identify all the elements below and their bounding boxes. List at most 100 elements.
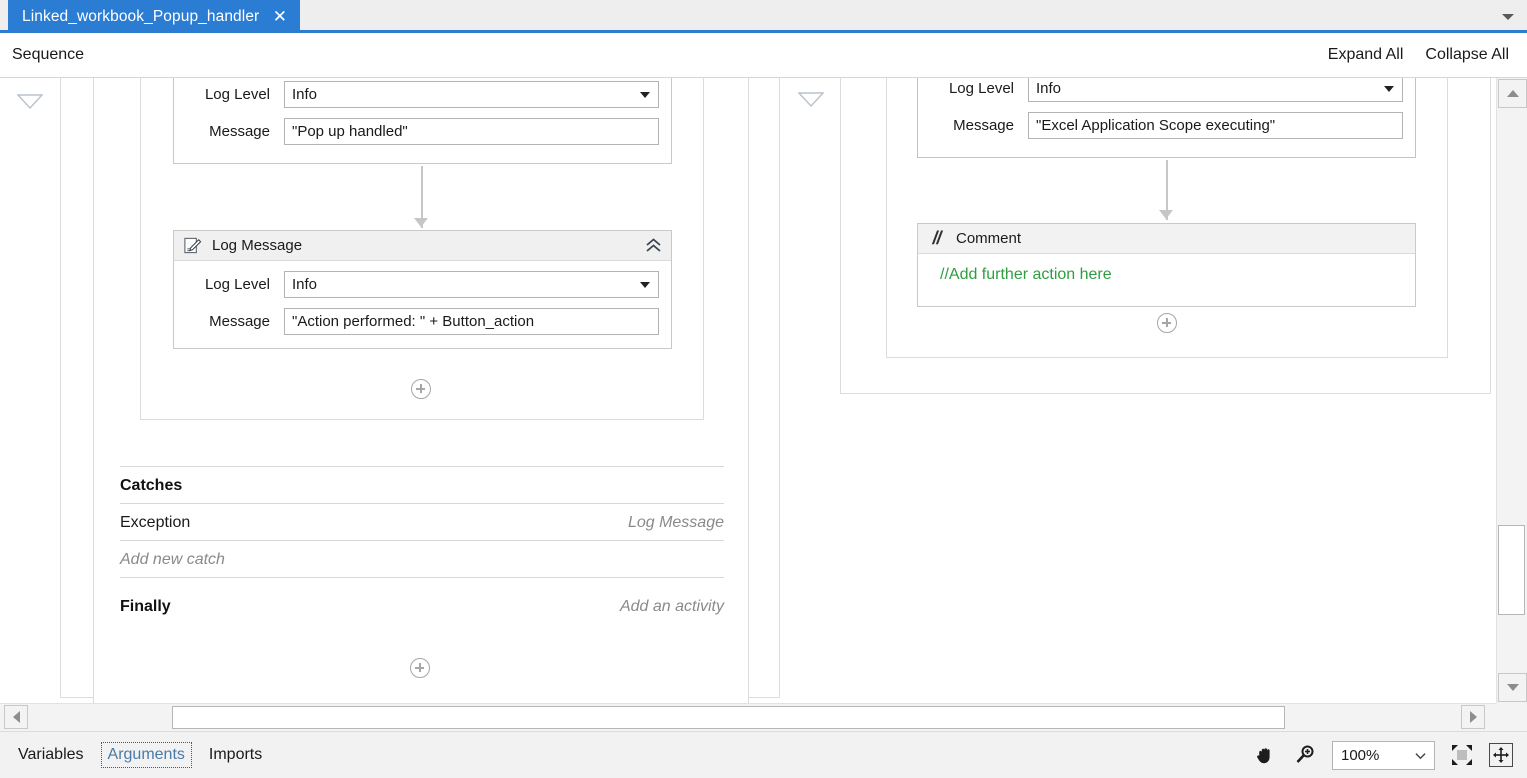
exception-activity-label: Log Message xyxy=(627,513,724,531)
collapse-triangle-right[interactable] xyxy=(798,92,824,107)
log-message-second-body: Log Level Info Message "Action performed… xyxy=(174,261,671,347)
comment-header[interactable]: // Comment xyxy=(918,224,1415,254)
arrow-down-icon xyxy=(1506,684,1519,691)
chevron-down-icon[interactable] xyxy=(1499,8,1517,26)
message-label: Message xyxy=(209,123,270,140)
scroll-right-button[interactable] xyxy=(1461,705,1485,729)
chevron-down-glyph xyxy=(1502,14,1514,20)
catch-row-content: Exception Log Message xyxy=(120,504,724,541)
status-tab-variables[interactable]: Variables xyxy=(12,743,90,767)
vertical-scrollbar[interactable] xyxy=(1496,78,1527,703)
collapse-triangle-left[interactable] xyxy=(17,94,43,109)
log-level-select[interactable]: Info xyxy=(284,271,659,298)
hand-pan-glyph xyxy=(1257,748,1270,764)
log-level-select[interactable]: Info xyxy=(1028,78,1403,102)
fit-to-screen-icon[interactable] xyxy=(1449,742,1475,768)
collapse-all-button[interactable]: Collapse All xyxy=(1425,46,1509,64)
canvas-tools: 100% xyxy=(1252,740,1513,770)
scroll-up-button[interactable] xyxy=(1498,79,1527,108)
tab-linked-workbook-popup-handler[interactable]: Linked_workbook_Popup_handler ✕ xyxy=(8,0,301,33)
message-input[interactable]: "Excel Application Scope executing" xyxy=(1028,112,1403,139)
add-new-catch-content: Add new catch xyxy=(120,541,724,578)
add-activity-button-excel-scope[interactable] xyxy=(1157,313,1177,333)
catches-label: Catches xyxy=(120,476,183,494)
chevron-down-icon xyxy=(1415,752,1426,759)
log-level-row: Log Level Info xyxy=(186,271,659,298)
activity-log-message-top[interactable]: Log Level Info Message "Pop up handled" xyxy=(173,78,672,164)
message-label: Message xyxy=(209,313,270,330)
log-level-label: Log Level xyxy=(204,276,270,293)
tab-strip: Linked_workbook_Popup_handler ✕ xyxy=(0,0,1527,33)
message-label: Message xyxy=(953,117,1014,134)
scroll-left-button[interactable] xyxy=(4,705,28,729)
status-bar: Variables Arguments Imports 100% xyxy=(0,731,1527,778)
finally-row: Finally Add an activity xyxy=(120,588,724,625)
arrow-left-icon xyxy=(12,711,20,723)
command-bar: Sequence Expand All Collapse All xyxy=(0,33,1527,78)
add-activity-button-sequence-left[interactable] xyxy=(410,658,430,678)
magnifier-zoom-icon[interactable] xyxy=(1292,742,1318,768)
activity-log-message-excel-scope[interactable]: Log Level Info Message "Excel Applicatio… xyxy=(917,78,1416,158)
chevron-down-icon xyxy=(640,91,650,98)
catches-header-row: Catches xyxy=(120,467,724,504)
message-input[interactable]: "Action performed: " + Button_action xyxy=(284,308,659,335)
comment-icon: // xyxy=(932,228,941,248)
activity-title: Log Message xyxy=(212,237,303,254)
log-message-excel-body: Log Level Info Message "Excel Applicatio… xyxy=(918,78,1415,151)
status-tab-arguments[interactable]: Arguments xyxy=(100,742,192,768)
tab-label: Linked_workbook_Popup_handler xyxy=(22,7,260,25)
workflow-canvas[interactable]: Log Level Info Message "Pop up handled" xyxy=(0,78,1496,703)
horizontal-scrollbar[interactable] xyxy=(0,703,1496,731)
log-message-header[interactable]: Log Message xyxy=(174,231,671,261)
log-level-value: Info xyxy=(292,86,318,103)
message-row: Message "Excel Application Scope executi… xyxy=(930,112,1403,139)
arrow-up-icon xyxy=(1506,90,1519,97)
add-new-catch-row[interactable]: Add new catch xyxy=(120,540,724,578)
exception-type-label: Exception xyxy=(120,513,191,531)
connector-arrow-icon xyxy=(414,218,428,227)
close-icon[interactable]: ✕ xyxy=(271,8,288,25)
overview-glyph xyxy=(1493,747,1509,763)
finally-label: Finally xyxy=(120,597,171,615)
fit-to-screen-glyph xyxy=(1452,745,1472,765)
vertical-scroll-thumb[interactable] xyxy=(1498,525,1525,615)
hand-pan-icon[interactable] xyxy=(1252,742,1278,768)
activity-comment[interactable]: // Comment //Add further action here xyxy=(917,223,1416,307)
status-tab-imports[interactable]: Imports xyxy=(203,743,268,767)
log-level-value: Info xyxy=(292,276,318,293)
log-level-row: Log Level Info xyxy=(930,78,1403,102)
chevron-double-up-glyph xyxy=(646,238,661,252)
log-level-label: Log Level xyxy=(204,86,270,103)
log-level-value: Info xyxy=(1036,80,1062,97)
chevron-double-up-icon[interactable] xyxy=(645,238,662,253)
scroll-down-button[interactable] xyxy=(1498,673,1527,702)
activity-log-message-second[interactable]: Log Message Log Level Info Message "Acti… xyxy=(173,230,672,349)
message-input[interactable]: "Pop up handled" xyxy=(284,118,659,145)
command-bar-actions: Expand All Collapse All xyxy=(1328,46,1509,64)
overview-icon[interactable] xyxy=(1489,743,1513,767)
log-level-label: Log Level xyxy=(948,80,1014,97)
arrow-right-icon xyxy=(1469,711,1477,723)
message-row: Message "Pop up handled" xyxy=(186,118,659,145)
chevron-down-icon xyxy=(640,281,650,288)
add-activity-button-try[interactable] xyxy=(411,379,431,399)
log-level-select[interactable]: Info xyxy=(284,81,659,108)
catch-exception-row[interactable]: Exception Log Message xyxy=(120,503,724,541)
log-message-icon xyxy=(184,237,202,254)
comment-text[interactable]: //Add further action here xyxy=(918,254,1415,298)
connector-arrow-icon xyxy=(1159,210,1173,219)
catches-bottom-rule xyxy=(120,577,724,579)
expand-all-button[interactable]: Expand All xyxy=(1328,46,1404,64)
triangle-down-icon xyxy=(798,92,824,107)
zoom-level-value: 100% xyxy=(1341,746,1380,764)
horizontal-scroll-thumb[interactable] xyxy=(172,706,1285,729)
breadcrumb[interactable]: Sequence xyxy=(12,46,84,64)
finally-placeholder: Add an activity xyxy=(619,597,724,615)
log-level-row: Log Level Info xyxy=(186,81,659,108)
zoom-level-select[interactable]: 100% xyxy=(1332,740,1435,770)
activity-title: Comment xyxy=(956,230,1022,247)
add-new-catch-label: Add new catch xyxy=(120,550,225,568)
message-row: Message "Action performed: " + Button_ac… xyxy=(186,308,659,335)
finally-section[interactable]: Finally Add an activity xyxy=(120,588,724,625)
magnifier-glyph xyxy=(1296,745,1314,763)
